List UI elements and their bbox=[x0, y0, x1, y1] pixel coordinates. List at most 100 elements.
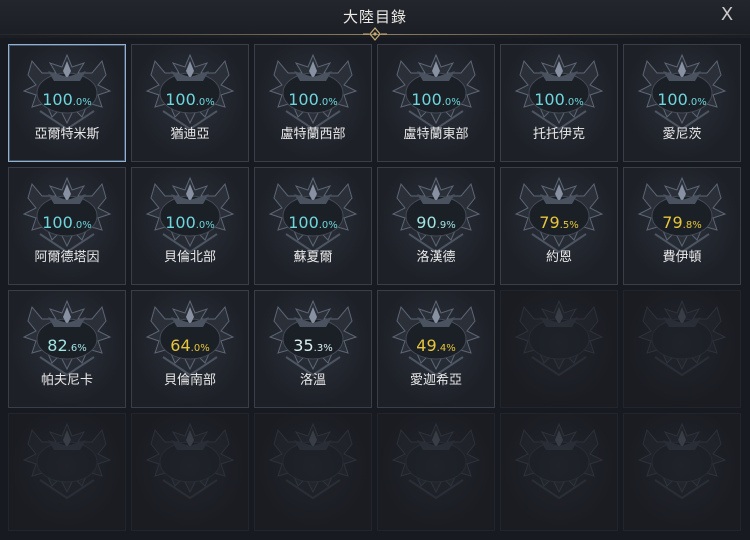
percent-decimal: .6% bbox=[67, 343, 87, 354]
percent-decimal: .5% bbox=[559, 220, 579, 231]
continent-crest-icon bbox=[391, 422, 481, 500]
percent-decimal: .9% bbox=[436, 220, 456, 231]
percent-integer: 35 bbox=[293, 336, 314, 355]
percent-integer: 82 bbox=[47, 336, 68, 355]
percent-integer: 100 bbox=[657, 90, 688, 109]
completion-percent: 100.0% bbox=[255, 213, 371, 232]
empty-slot bbox=[500, 413, 618, 531]
continent-name: 盧特蘭東部 bbox=[403, 127, 469, 142]
empty-slot bbox=[623, 290, 741, 408]
continent-name: 托托伊克 bbox=[532, 127, 585, 142]
continent-tile[interactable]: 90.9% 洛漢德 bbox=[377, 167, 495, 285]
continent-name: 猶迪亞 bbox=[170, 127, 210, 142]
completion-percent: 100.0% bbox=[501, 90, 617, 109]
continent-tile[interactable]: 49.4% 愛迦希亞 bbox=[377, 290, 495, 408]
continent-name: 約恩 bbox=[545, 250, 572, 265]
completion-percent: 79.5% bbox=[501, 213, 617, 232]
percent-decimal: .0% bbox=[190, 343, 210, 354]
completion-percent: 100.0% bbox=[9, 90, 125, 109]
completion-percent: 49.4% bbox=[378, 336, 494, 355]
percent-decimal: .0% bbox=[195, 97, 215, 108]
percent-decimal: .0% bbox=[564, 97, 584, 108]
percent-integer: 79 bbox=[539, 213, 560, 232]
continent-crest-icon bbox=[514, 299, 604, 377]
continent-tile[interactable]: 79.5% 約恩 bbox=[500, 167, 618, 285]
continent-name: 洛漢德 bbox=[416, 250, 456, 265]
percent-integer: 100 bbox=[534, 90, 565, 109]
percent-integer: 100 bbox=[42, 213, 73, 232]
continent-crest-icon bbox=[637, 422, 727, 500]
title-bar: 大陸目錄 X bbox=[0, 0, 750, 41]
completion-percent: 90.9% bbox=[378, 213, 494, 232]
percent-integer: 100 bbox=[165, 213, 196, 232]
continent-name: 愛迦希亞 bbox=[409, 373, 462, 388]
completion-percent: 35.3% bbox=[255, 336, 371, 355]
continent-tile[interactable]: 100.0% 托托伊克 bbox=[500, 44, 618, 162]
continent-name: 帕夫尼卡 bbox=[40, 373, 93, 388]
completion-percent: 79.8% bbox=[624, 213, 740, 232]
continent-tile[interactable]: 64.0% 貝倫南部 bbox=[131, 290, 249, 408]
continent-name: 洛溫 bbox=[299, 373, 326, 388]
percent-integer: 100 bbox=[165, 90, 196, 109]
continent-crest-icon bbox=[145, 422, 235, 500]
percent-decimal: .0% bbox=[72, 220, 92, 231]
continent-grid: 100.0% 亞爾特米斯 100.0% 猶迪亞 100.0% 盧特蘭西部 100.0%… bbox=[8, 44, 741, 531]
continent-name: 亞爾特米斯 bbox=[34, 127, 100, 142]
completion-percent: 100.0% bbox=[624, 90, 740, 109]
continent-crest-icon bbox=[22, 422, 112, 500]
continent-name: 盧特蘭西部 bbox=[280, 127, 346, 142]
completion-percent: 100.0% bbox=[9, 213, 125, 232]
percent-integer: 100 bbox=[411, 90, 442, 109]
empty-slot bbox=[254, 413, 372, 531]
empty-slot bbox=[8, 413, 126, 531]
continent-tile[interactable]: 100.0% 阿爾德塔因 bbox=[8, 167, 126, 285]
percent-decimal: .3% bbox=[313, 343, 333, 354]
completion-percent: 100.0% bbox=[132, 90, 248, 109]
continent-tile[interactable]: 79.8% 費伊頓 bbox=[623, 167, 741, 285]
completion-percent: 64.0% bbox=[132, 336, 248, 355]
continent-name: 阿爾德塔因 bbox=[34, 250, 100, 265]
percent-decimal: .0% bbox=[195, 220, 215, 231]
title-ornament-icon bbox=[363, 27, 387, 41]
continent-tile[interactable]: 100.0% 愛尼茨 bbox=[623, 44, 741, 162]
continent-crest-icon bbox=[637, 299, 727, 377]
continent-tile[interactable]: 82.6% 帕夫尼卡 bbox=[8, 290, 126, 408]
empty-slot bbox=[500, 290, 618, 408]
continent-tile[interactable]: 100.0% 猶迪亞 bbox=[131, 44, 249, 162]
percent-decimal: .4% bbox=[436, 343, 456, 354]
continent-tile[interactable]: 100.0% 盧特蘭西部 bbox=[254, 44, 372, 162]
percent-decimal: .0% bbox=[72, 97, 92, 108]
continent-tile[interactable]: 100.0% 蘇夏爾 bbox=[254, 167, 372, 285]
continent-name: 貝倫北部 bbox=[163, 250, 216, 265]
continent-crest-icon bbox=[268, 422, 358, 500]
completion-percent: 100.0% bbox=[378, 90, 494, 109]
percent-integer: 100 bbox=[288, 213, 319, 232]
percent-integer: 64 bbox=[170, 336, 191, 355]
continent-crest-icon bbox=[514, 422, 604, 500]
percent-integer: 100 bbox=[288, 90, 319, 109]
percent-decimal: .0% bbox=[318, 97, 338, 108]
empty-slot bbox=[623, 413, 741, 531]
continent-tile[interactable]: 100.0% 亞爾特米斯 bbox=[8, 44, 126, 162]
percent-integer: 79 bbox=[662, 213, 683, 232]
completion-percent: 100.0% bbox=[255, 90, 371, 109]
empty-slot bbox=[131, 413, 249, 531]
percent-decimal: .0% bbox=[687, 97, 707, 108]
percent-integer: 90 bbox=[416, 213, 437, 232]
continent-tile[interactable]: 100.0% 盧特蘭東部 bbox=[377, 44, 495, 162]
percent-integer: 100 bbox=[42, 90, 73, 109]
continent-name: 蘇夏爾 bbox=[293, 250, 333, 265]
continent-tile[interactable]: 35.3% 洛溫 bbox=[254, 290, 372, 408]
percent-decimal: .8% bbox=[682, 220, 702, 231]
window-title: 大陸目錄 bbox=[342, 8, 407, 26]
empty-slot bbox=[377, 413, 495, 531]
percent-integer: 49 bbox=[416, 336, 437, 355]
completion-percent: 82.6% bbox=[9, 336, 125, 355]
percent-decimal: .0% bbox=[441, 97, 461, 108]
percent-decimal: .0% bbox=[318, 220, 338, 231]
close-button[interactable]: X bbox=[716, 4, 738, 26]
continent-name: 貝倫南部 bbox=[163, 373, 216, 388]
continent-name: 愛尼茨 bbox=[662, 127, 702, 142]
continent-name: 費伊頓 bbox=[662, 250, 702, 265]
continent-tile[interactable]: 100.0% 貝倫北部 bbox=[131, 167, 249, 285]
